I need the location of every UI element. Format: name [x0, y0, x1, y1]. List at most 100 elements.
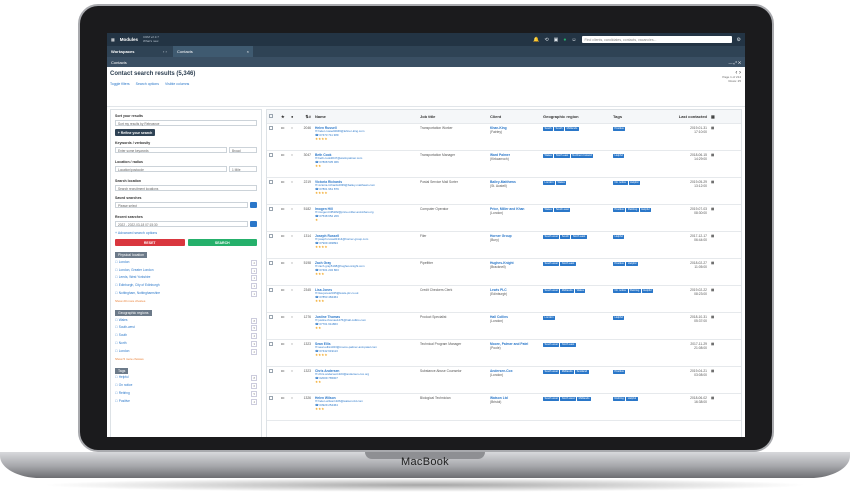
tab-nav-arrows[interactable]: ‹ › [163, 49, 173, 54]
calendar-icon[interactable]: ▦ [709, 313, 719, 321]
location-input[interactable]: Location/postcode [115, 166, 227, 172]
verbosity-select[interactable]: Broad [229, 147, 257, 153]
row-checkbox[interactable] [269, 342, 273, 346]
filter-item[interactable]: ☐ Retiring 5 [115, 390, 257, 397]
row-status-icon[interactable]: ○ [289, 178, 298, 186]
filter-item[interactable]: ☐ Leeds, West Yorkshire 1 [115, 275, 257, 282]
saved-searches-select[interactable]: Please select [115, 202, 248, 208]
calendar-icon[interactable]: ▦ [709, 367, 719, 375]
refresh-icon[interactable] [250, 221, 257, 227]
calendar-icon[interactable]: ▣ [554, 37, 559, 43]
row-actions-icon[interactable]: ••• [279, 178, 289, 186]
row-checkbox[interactable] [269, 180, 273, 184]
table-row[interactable]: ••• ○ 1276 Justine Thomas ✉ justine.thomas12… [267, 313, 741, 340]
global-search-input[interactable]: Find clients, candidates, contacts, vaca… [581, 36, 732, 43]
calendar-icon[interactable]: ▦ [709, 178, 719, 186]
row-checkbox[interactable] [269, 234, 273, 238]
calendar-icon[interactable]: ▦ [709, 286, 719, 294]
row-status-icon[interactable]: ○ [289, 232, 298, 240]
calendar-icon[interactable]: ▦ [709, 259, 719, 267]
filter-item[interactable]: ☐ London 2 [115, 259, 257, 266]
table-row[interactable]: ••• ○ 1314 Joseph Russell ✉ joseph.russell13… [267, 232, 741, 259]
table-row[interactable]: ••• ○ 1323 Sean Ellis ✉ sean.ellis1323@moore… [267, 340, 741, 367]
filter-item[interactable]: ☐ On notice 6 [115, 383, 257, 390]
row-status-icon[interactable]: ○ [289, 313, 298, 321]
add-icon[interactable]: ● [563, 37, 566, 43]
row-checkbox[interactable] [269, 369, 273, 373]
search-options-link[interactable]: Search options [136, 82, 159, 86]
tab-contacts[interactable]: Contacts × [173, 46, 253, 57]
notification-icon[interactable]: 🔔 [533, 37, 539, 43]
row-actions-icon[interactable]: ••• [279, 394, 289, 402]
table-row[interactable]: ••• ○ 2046 Helen Russell ✉ helen.russell2046… [267, 124, 741, 151]
filter-item[interactable]: ☐ Edinburgh, City of Edinburgh 1 [115, 283, 257, 290]
row-actions-icon[interactable]: ••• [279, 340, 289, 348]
grid-icon[interactable]: ▦ [111, 37, 115, 42]
history-icon[interactable]: ⟲ [544, 37, 548, 43]
col-geographic-region[interactable]: Geographic region [541, 112, 611, 121]
row-actions-icon[interactable]: ••• [279, 151, 289, 159]
row-checkbox[interactable] [269, 153, 273, 157]
filter-item[interactable]: ☐ Positive 4 [115, 398, 257, 405]
row-status-icon[interactable]: ○ [289, 394, 298, 402]
search-location-select[interactable]: Search recruitment locations [115, 185, 257, 191]
table-row[interactable]: ••• ○ 1323 Chris Andersen ✉ chris.andersen13… [267, 367, 741, 394]
refine-button[interactable]: + Refine your search [115, 129, 155, 136]
recent-searches-select[interactable]: 2022 - 2022-03-18 07:15:30 [115, 221, 248, 227]
row-actions-icon[interactable]: ••• [279, 313, 289, 321]
table-row[interactable]: ••• ○ 3047 Beth Cook ✉ beth.cook3047@ward-pa… [267, 151, 741, 178]
settings-icon[interactable]: ⚙ [737, 37, 741, 43]
row-actions-icon[interactable]: ••• [279, 232, 289, 240]
id-col-icon[interactable]: ⇅# [298, 112, 313, 121]
reset-button[interactable]: RESET [115, 239, 185, 246]
workspaces-menu[interactable]: Workspaces [107, 49, 163, 54]
filter-item[interactable]: ☐ Helpful 8 [115, 375, 257, 382]
keywords-input[interactable]: Enter some keywords [115, 147, 227, 153]
row-status-icon[interactable]: ○ [289, 340, 298, 348]
row-status-icon[interactable]: ○ [289, 205, 298, 213]
row-actions-icon[interactable]: ••• [279, 367, 289, 375]
advanced-search-link[interactable]: + Advanced search options [115, 231, 257, 235]
row-status-icon[interactable]: ○ [289, 286, 298, 294]
row-status-icon[interactable]: ○ [289, 259, 298, 267]
row-actions-icon[interactable]: ••• [279, 124, 289, 132]
col-last-contacted[interactable]: Last contacted [671, 112, 709, 121]
col-name[interactable]: Name [313, 112, 418, 121]
row-status-icon[interactable]: ○ [289, 151, 298, 159]
row-checkbox[interactable] [269, 396, 273, 400]
calendar-icon[interactable]: ▦ [709, 394, 719, 402]
filter-item[interactable]: ☐ South 4 [115, 333, 257, 340]
filter-item[interactable]: ☐ South-west 5 [115, 325, 257, 332]
calendar-icon[interactable]: ▦ [709, 232, 719, 240]
row-checkbox[interactable] [269, 126, 273, 130]
col-tags[interactable]: Tags [611, 112, 671, 121]
search-button[interactable]: SEARCH [187, 239, 257, 246]
calendar-icon[interactable]: ▦ [709, 151, 719, 159]
col-client[interactable]: Client [488, 112, 541, 121]
row-actions-icon[interactable]: ••• [279, 205, 289, 213]
table-row[interactable]: ••• ○ 5182 Imogen Hill ✉ imogen.hill5182@pri… [267, 205, 741, 232]
filter-item[interactable]: ☐ North 3 [115, 340, 257, 347]
geo-more-link[interactable]: Show 5 more choices [115, 357, 257, 361]
row-status-icon[interactable]: ○ [289, 367, 298, 375]
filter-item[interactable]: ☐ London, Greater London 1 [115, 267, 257, 274]
row-checkbox[interactable] [269, 315, 273, 319]
window-controls-icon[interactable]: — ⤢ ✕ [729, 60, 741, 65]
filter-item[interactable]: ☐ Nottingham, Nottinghamshire 1 [115, 290, 257, 297]
filter-item[interactable]: ☐ London 2 [115, 348, 257, 355]
visible-columns-link[interactable]: Visible columns [165, 82, 189, 86]
row-checkbox[interactable] [269, 288, 273, 292]
row-checkbox[interactable] [269, 207, 273, 211]
refresh-icon[interactable] [250, 202, 257, 208]
row-actions-icon[interactable]: ••• [279, 286, 289, 294]
calendar-icon[interactable]: ▦ [709, 205, 719, 213]
table-row[interactable]: ••• ○ 1326 Helen Wilson ✉ helen.wilson1326@w… [267, 394, 741, 421]
close-icon[interactable]: × [247, 49, 249, 54]
table-row[interactable]: ••• ○ 2345 Lisa Jones ✉ lisa.jones2345@lewis… [267, 286, 741, 313]
select-all-checkbox[interactable] [269, 114, 273, 118]
modules-menu[interactable]: Modules [120, 37, 138, 42]
table-row[interactable]: ••• ○ 2219 Victoria Richards ✉ victoria.rich… [267, 178, 741, 205]
physical-more-link[interactable]: Show 20 more choices [115, 299, 257, 303]
row-checkbox[interactable] [269, 261, 273, 265]
row-actions-icon[interactable]: ••• [279, 259, 289, 267]
